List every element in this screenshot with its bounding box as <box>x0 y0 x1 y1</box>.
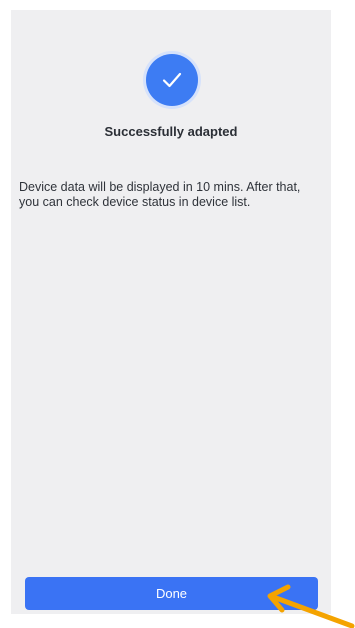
done-button[interactable]: Done <box>25 577 318 610</box>
status-message: Device data will be displayed in 10 mins… <box>19 180 301 209</box>
success-panel: Successfully adapted Device data will be… <box>11 10 331 614</box>
success-title: Successfully adapted <box>104 124 238 139</box>
checkmark-icon <box>146 54 198 106</box>
screen: Successfully adapted Device data will be… <box>0 0 355 628</box>
